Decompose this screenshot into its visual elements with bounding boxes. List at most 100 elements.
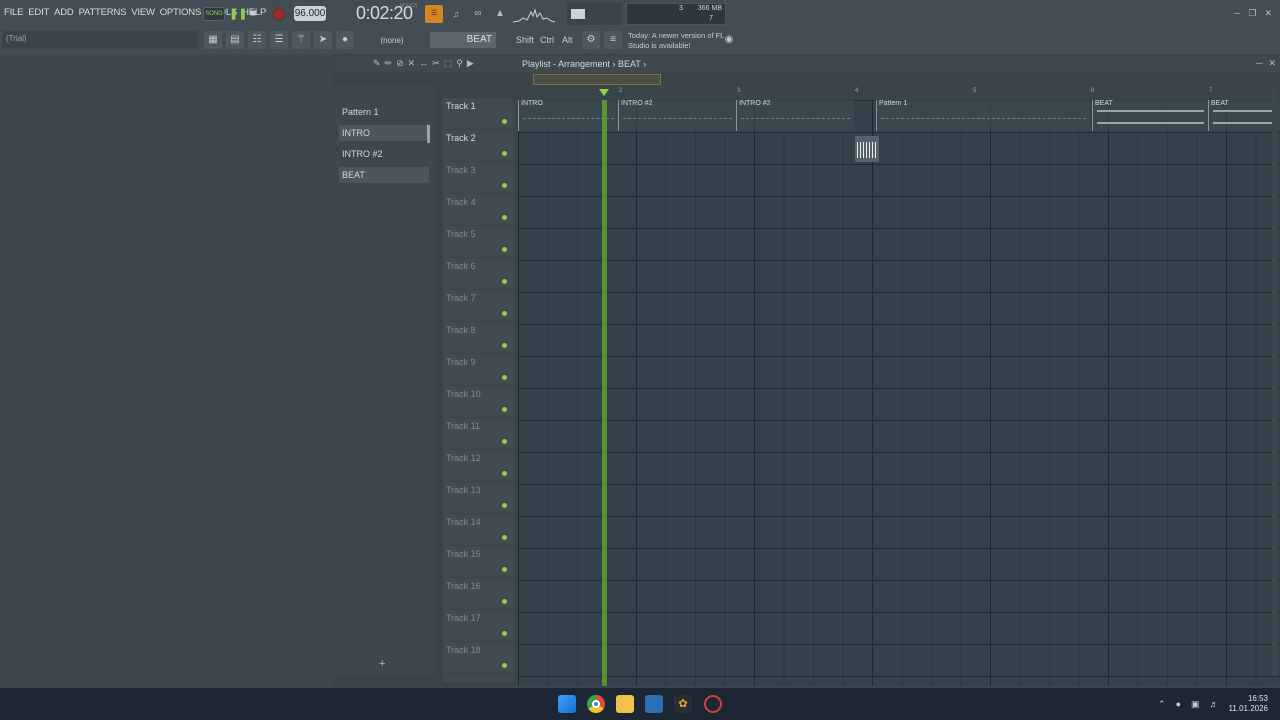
add-pattern-icon[interactable]: + xyxy=(379,658,385,670)
track-enable-indicator[interactable] xyxy=(502,247,507,252)
track-header[interactable]: Track 3 xyxy=(443,162,513,194)
track-header[interactable]: Track 4 xyxy=(443,194,513,226)
wait-input-icon[interactable]: ∞ xyxy=(469,5,487,23)
piano-roll-icon[interactable]: ▤ xyxy=(226,31,244,49)
typing-keyboard-icon[interactable]: ≡ xyxy=(604,31,622,49)
vertical-scrollbar[interactable] xyxy=(1272,86,1278,676)
track-header[interactable]: Track 14 xyxy=(443,514,513,546)
brush-icon[interactable]: ✏ xyxy=(385,58,393,69)
mic-tray-icon[interactable]: ● xyxy=(1176,699,1181,709)
timeline-ruler[interactable]: 2 3 4 5 6 7 xyxy=(518,86,1280,100)
track-enable-indicator[interactable] xyxy=(502,343,507,348)
track-header[interactable]: Track 11 xyxy=(443,418,513,450)
track-enable-indicator[interactable] xyxy=(502,375,507,380)
playlist-close-icon[interactable]: ✕ xyxy=(1268,58,1276,69)
snap-selector[interactable]: (none) xyxy=(368,33,416,48)
track-enable-indicator[interactable] xyxy=(502,215,507,220)
metronome-icon[interactable]: ♫ xyxy=(447,5,465,23)
minimize-icon[interactable]: ─ xyxy=(1234,8,1240,19)
track-enable-indicator[interactable] xyxy=(502,503,507,508)
pattern-item[interactable]: INTRO #2 xyxy=(339,146,429,162)
track-header[interactable]: Track 2 xyxy=(443,130,513,162)
track-header[interactable]: Track 6 xyxy=(443,258,513,290)
pencil-icon[interactable]: ✎ xyxy=(373,58,381,69)
countdown-icon[interactable]: ▲ xyxy=(491,5,509,23)
restore-icon[interactable]: ❐ xyxy=(1248,8,1256,19)
app-icon[interactable] xyxy=(704,695,722,713)
sliders-icon[interactable]: ⚚ xyxy=(292,31,310,49)
record-button[interactable] xyxy=(272,7,286,21)
menu-edit[interactable]: EDIT xyxy=(28,7,49,18)
delete-icon[interactable]: ⊘ xyxy=(396,58,404,69)
pattern-clip[interactable]: INTRO #2 xyxy=(618,100,736,131)
track-header[interactable]: Track 16 xyxy=(443,578,513,610)
playlist-minimize-icon[interactable]: ─ xyxy=(1256,58,1262,69)
track-header[interactable]: Track 8 xyxy=(443,322,513,354)
track-header[interactable]: Track 1 xyxy=(443,98,513,130)
pattern-picker-scrollbar[interactable] xyxy=(427,125,430,143)
mixer-icon[interactable]: ☰ xyxy=(270,31,288,49)
slice-icon[interactable]: ✂ xyxy=(432,58,440,69)
track-enable-indicator[interactable] xyxy=(502,631,507,636)
fl-studio-icon[interactable]: ✿ xyxy=(674,695,692,713)
track-enable-indicator[interactable] xyxy=(502,439,507,444)
tempo-display[interactable]: 96.000 xyxy=(294,6,326,21)
menu-add[interactable]: ADD xyxy=(54,7,74,18)
track-header[interactable]: Track 15 xyxy=(443,546,513,578)
select-icon[interactable]: ⬚ xyxy=(444,58,453,69)
arrangement-grid[interactable]: INTRO INTRO #2 INTRO #2 Pattern 1 BEAT B… xyxy=(518,100,1280,686)
track-header[interactable]: Track 10 xyxy=(443,386,513,418)
track-header[interactable]: Track 12 xyxy=(443,450,513,482)
track-enable-indicator[interactable] xyxy=(502,311,507,316)
chevron-up-icon[interactable]: ⌃ xyxy=(1158,699,1166,710)
track-enable-indicator[interactable] xyxy=(502,151,507,156)
pause-icon[interactable]: ❚❚ xyxy=(229,5,247,23)
file-explorer-icon[interactable] xyxy=(616,695,634,713)
mute-icon[interactable]: ✕ xyxy=(408,58,416,69)
track-enable-indicator[interactable] xyxy=(502,183,507,188)
network-icon[interactable]: ▣ xyxy=(1191,699,1200,710)
menu-view[interactable]: VIEW xyxy=(131,7,155,18)
track-enable-indicator[interactable] xyxy=(502,471,507,476)
ctrl-key[interactable]: Ctrl xyxy=(540,33,554,48)
alt-key[interactable]: Alt xyxy=(562,33,573,48)
song-mode-button[interactable]: SONG xyxy=(203,7,225,21)
menu-patterns[interactable]: PATTERNS xyxy=(79,7,127,18)
track-header[interactable]: Track 13 xyxy=(443,482,513,514)
zoom-icon[interactable]: ⚲ xyxy=(456,58,463,69)
playlist-icon[interactable]: ▦ xyxy=(204,31,222,49)
chrome-icon[interactable] xyxy=(587,695,605,713)
pattern-clip[interactable]: INTRO #2 xyxy=(736,100,854,131)
pattern-item[interactable]: Pattern 1 xyxy=(339,104,429,120)
windows-start-icon[interactable] xyxy=(558,695,576,713)
track-enable-indicator[interactable] xyxy=(502,567,507,572)
playlist-overview-scrollbar[interactable] xyxy=(533,74,661,85)
channel-rack-icon[interactable]: ☷ xyxy=(248,31,266,49)
microphone-icon[interactable]: ● xyxy=(336,31,354,49)
stop-icon[interactable]: ■ xyxy=(250,5,262,23)
track-enable-indicator[interactable] xyxy=(502,407,507,412)
slip-icon[interactable]: ↔ xyxy=(419,58,428,69)
pattern-clip[interactable]: Pattern 1 xyxy=(876,100,1090,131)
playhead-marker[interactable] xyxy=(599,89,609,96)
pattern-item[interactable]: INTRO xyxy=(339,125,429,141)
pattern-clip[interactable]: BEAT xyxy=(1092,100,1208,131)
volume-icon[interactable]: ♬ xyxy=(1210,699,1219,709)
track-enable-indicator[interactable] xyxy=(502,119,507,124)
track-header[interactable]: Track 7 xyxy=(443,290,513,322)
pattern-clip[interactable]: BEAT xyxy=(1208,100,1280,131)
shift-key[interactable]: Shift xyxy=(516,33,534,48)
pattern-item[interactable]: BEAT xyxy=(339,167,429,183)
news-ticker[interactable]: Today: A newer version of FL Studio is a… xyxy=(628,31,728,51)
track-header[interactable]: Track 18 xyxy=(443,642,513,674)
pattern-selector[interactable]: BEAT xyxy=(430,32,496,48)
globe-icon[interactable]: ◉ xyxy=(720,31,738,49)
pattern-song-toggle-icon[interactable]: ☰ xyxy=(425,5,443,23)
menu-file[interactable]: FILE xyxy=(4,7,23,18)
track-enable-indicator[interactable] xyxy=(502,279,507,284)
close-icon[interactable]: ✕ xyxy=(1264,8,1272,19)
track-header[interactable]: Track 9 xyxy=(443,354,513,386)
store-icon[interactable] xyxy=(645,695,663,713)
browser-icon[interactable]: ➤ xyxy=(314,31,332,49)
track-enable-indicator[interactable] xyxy=(502,663,507,668)
